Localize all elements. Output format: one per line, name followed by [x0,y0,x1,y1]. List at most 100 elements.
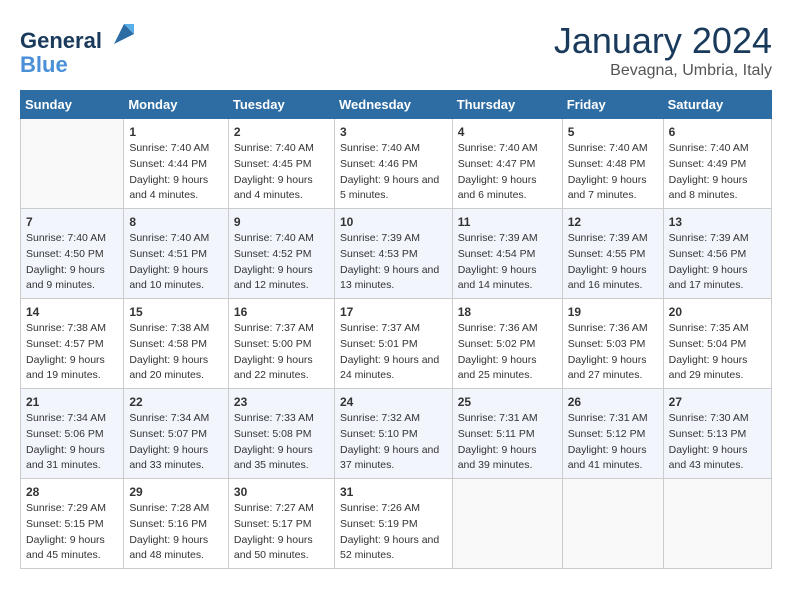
day-number: 19 [568,303,658,321]
sunrise-text: Sunrise: 7:40 AM [669,142,749,154]
daylight-text: Daylight: 9 hours and 19 minutes. [26,354,105,382]
day-number: 29 [129,483,223,501]
calendar-cell: 9Sunrise: 7:40 AMSunset: 4:52 PMDaylight… [228,209,334,299]
sunset-text: Sunset: 5:13 PM [669,428,747,440]
daylight-text: Daylight: 9 hours and 20 minutes. [129,354,208,382]
week-row-3: 14Sunrise: 7:38 AMSunset: 4:57 PMDayligh… [21,299,772,389]
calendar-cell: 6Sunrise: 7:40 AMSunset: 4:49 PMDaylight… [663,119,771,209]
day-number: 17 [340,303,447,321]
daylight-text: Daylight: 9 hours and 6 minutes. [458,174,537,202]
calendar-cell: 11Sunrise: 7:39 AMSunset: 4:54 PMDayligh… [452,209,562,299]
logo: General Blue [20,20,138,77]
daylight-text: Daylight: 9 hours and 17 minutes. [669,264,748,292]
sunrise-text: Sunrise: 7:39 AM [340,232,420,244]
sunrise-text: Sunrise: 7:36 AM [568,322,648,334]
day-number: 23 [234,393,329,411]
sunset-text: Sunset: 4:48 PM [568,158,646,170]
sunrise-text: Sunrise: 7:26 AM [340,502,420,514]
daylight-text: Daylight: 9 hours and 29 minutes. [669,354,748,382]
sunset-text: Sunset: 4:45 PM [234,158,312,170]
sunrise-text: Sunrise: 7:40 AM [129,142,209,154]
sunrise-text: Sunrise: 7:37 AM [234,322,314,334]
sunset-text: Sunset: 5:11 PM [458,428,535,440]
sunset-text: Sunset: 5:01 PM [340,338,418,350]
sunset-text: Sunset: 5:16 PM [129,518,207,530]
day-number: 15 [129,303,223,321]
calendar-cell: 23Sunrise: 7:33 AMSunset: 5:08 PMDayligh… [228,389,334,479]
daylight-text: Daylight: 9 hours and 35 minutes. [234,444,313,472]
sunrise-text: Sunrise: 7:27 AM [234,502,314,514]
daylight-text: Daylight: 9 hours and 7 minutes. [568,174,647,202]
sunrise-text: Sunrise: 7:38 AM [26,322,106,334]
col-header-thursday: Thursday [452,91,562,119]
calendar-cell: 1Sunrise: 7:40 AMSunset: 4:44 PMDaylight… [124,119,229,209]
sunrise-text: Sunrise: 7:39 AM [669,232,749,244]
day-number: 14 [26,303,118,321]
daylight-text: Daylight: 9 hours and 14 minutes. [458,264,537,292]
calendar-cell: 4Sunrise: 7:40 AMSunset: 4:47 PMDaylight… [452,119,562,209]
sunrise-text: Sunrise: 7:33 AM [234,412,314,424]
day-number: 9 [234,213,329,231]
week-row-5: 28Sunrise: 7:29 AMSunset: 5:15 PMDayligh… [21,479,772,569]
sunset-text: Sunset: 4:58 PM [129,338,207,350]
day-number: 21 [26,393,118,411]
sunset-text: Sunset: 4:44 PM [129,158,207,170]
col-header-saturday: Saturday [663,91,771,119]
day-number: 24 [340,393,447,411]
sunrise-text: Sunrise: 7:31 AM [568,412,648,424]
sunset-text: Sunset: 5:00 PM [234,338,312,350]
daylight-text: Daylight: 9 hours and 12 minutes. [234,264,313,292]
daylight-text: Daylight: 9 hours and 43 minutes. [669,444,748,472]
day-number: 31 [340,483,447,501]
daylight-text: Daylight: 9 hours and 31 minutes. [26,444,105,472]
daylight-text: Daylight: 9 hours and 10 minutes. [129,264,208,292]
daylight-text: Daylight: 9 hours and 9 minutes. [26,264,105,292]
daylight-text: Daylight: 9 hours and 48 minutes. [129,534,208,562]
sunrise-text: Sunrise: 7:34 AM [129,412,209,424]
day-number: 18 [458,303,557,321]
calendar-table: SundayMondayTuesdayWednesdayThursdayFrid… [20,90,772,569]
day-number: 30 [234,483,329,501]
week-row-1: 1Sunrise: 7:40 AMSunset: 4:44 PMDaylight… [21,119,772,209]
sunrise-text: Sunrise: 7:32 AM [340,412,420,424]
sunrise-text: Sunrise: 7:30 AM [669,412,749,424]
sunset-text: Sunset: 4:54 PM [458,248,536,260]
sunset-text: Sunset: 5:02 PM [458,338,536,350]
day-number: 5 [568,123,658,141]
sunrise-text: Sunrise: 7:39 AM [458,232,538,244]
calendar-cell: 28Sunrise: 7:29 AMSunset: 5:15 PMDayligh… [21,479,124,569]
calendar-cell [21,119,124,209]
sunrise-text: Sunrise: 7:40 AM [234,142,314,154]
daylight-text: Daylight: 9 hours and 5 minutes. [340,174,439,202]
calendar-cell: 15Sunrise: 7:38 AM Sunset: 4:58 PM Dayligh… [124,299,229,389]
calendar-cell: 2Sunrise: 7:40 AMSunset: 4:45 PMDaylight… [228,119,334,209]
calendar-cell: 26Sunrise: 7:31 AMSunset: 5:12 PMDayligh… [562,389,663,479]
sunrise-text: Sunrise: 7:36 AM [458,322,538,334]
day-number: 26 [568,393,658,411]
daylight-text: Daylight: 9 hours and 16 minutes. [568,264,647,292]
sunrise-text: Sunrise: 7:40 AM [340,142,420,154]
calendar-subtitle: Bevagna, Umbria, Italy [554,62,772,80]
calendar-cell: 12Sunrise: 7:39 AMSunset: 4:55 PMDayligh… [562,209,663,299]
calendar-cell: 14Sunrise: 7:38 AMSunset: 4:57 PMDayligh… [21,299,124,389]
daylight-text: Daylight: 9 hours and 33 minutes. [129,444,208,472]
sunset-text: Sunset: 5:07 PM [129,428,207,440]
sunrise-text: Sunrise: 7:38 AM [129,322,209,334]
calendar-cell: 7Sunrise: 7:40 AMSunset: 4:50 PMDaylight… [21,209,124,299]
calendar-cell: 24Sunrise: 7:32 AMSunset: 5:10 PMDayligh… [334,389,452,479]
day-number: 22 [129,393,223,411]
sunrise-text: Sunrise: 7:34 AM [26,412,106,424]
week-row-4: 21Sunrise: 7:34 AMSunset: 5:06 PMDayligh… [21,389,772,479]
daylight-text: Daylight: 9 hours and 4 minutes. [234,174,313,202]
daylight-text: Daylight: 9 hours and 22 minutes. [234,354,313,382]
calendar-cell: 5Sunrise: 7:40 AMSunset: 4:48 PMDaylight… [562,119,663,209]
sunrise-text: Sunrise: 7:28 AM [129,502,209,514]
calendar-cell: 18Sunrise: 7:36 AMSunset: 5:02 PMDayligh… [452,299,562,389]
col-header-friday: Friday [562,91,663,119]
calendar-title: January 2024 [554,20,772,62]
calendar-cell: 21Sunrise: 7:34 AMSunset: 5:06 PMDayligh… [21,389,124,479]
daylight-text: Daylight: 9 hours and 27 minutes. [568,354,647,382]
sunset-text: Sunset: 5:10 PM [340,428,418,440]
day-number: 6 [669,123,766,141]
day-number: 4 [458,123,557,141]
